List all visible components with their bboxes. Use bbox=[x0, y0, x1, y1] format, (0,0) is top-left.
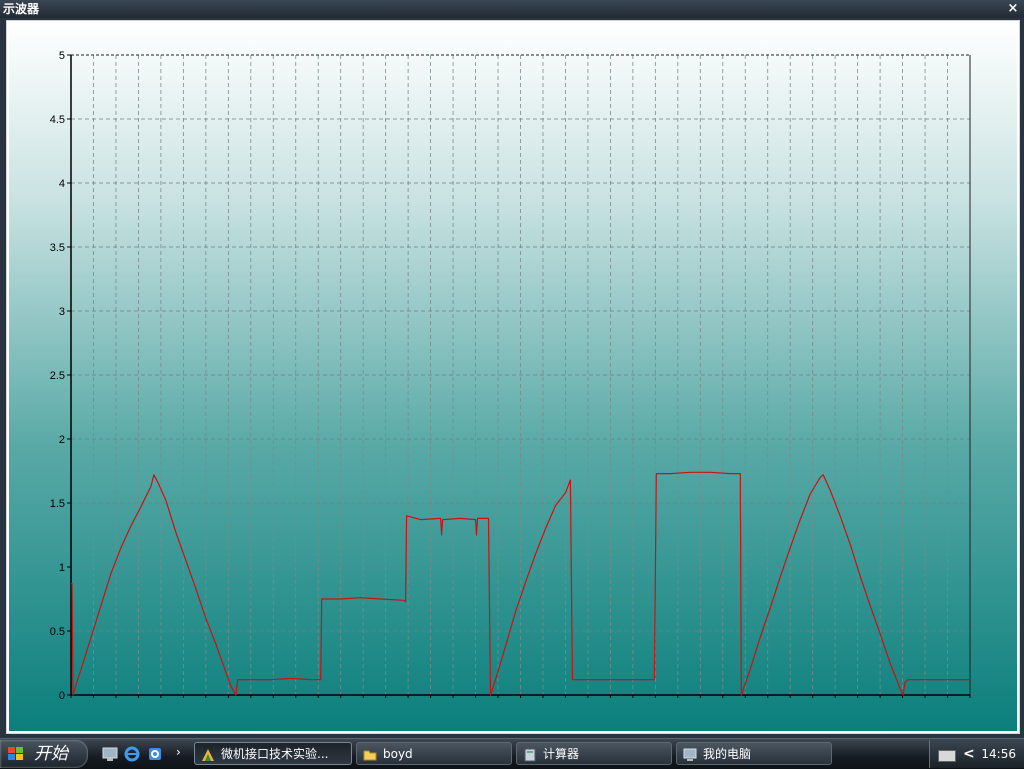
y-tick-label: 5 bbox=[59, 50, 65, 62]
y-tick-label: 0.5 bbox=[50, 626, 65, 638]
task-mcu-experiment[interactable]: 微机接口技术实验... bbox=[194, 742, 352, 765]
calculator-icon bbox=[523, 747, 537, 762]
y-tick-label: 3.5 bbox=[50, 242, 65, 254]
window-title: 示波器 bbox=[3, 2, 40, 16]
taskbar: 开始 › 微机接口技术实验... boyd 计算器 我的电脑 < 14:56 bbox=[0, 738, 1024, 769]
oscilloscope-window: 0 0.5 1 1.5 2 2.5 3 3.5 4 4.5 5 bbox=[0, 18, 1024, 738]
folder-icon bbox=[363, 747, 377, 761]
keyboard-icon[interactable] bbox=[938, 750, 956, 762]
chart-panel: 0 0.5 1 1.5 2 2.5 3 3.5 4 4.5 5 bbox=[6, 20, 1020, 734]
tray-expand-icon[interactable]: < bbox=[963, 740, 975, 768]
internet-explorer-icon[interactable] bbox=[124, 746, 140, 762]
oscilloscope-chart: 0 0.5 1 1.5 2 2.5 3 3.5 4 4.5 5 bbox=[50, 50, 971, 702]
app-icon bbox=[201, 747, 215, 761]
quicklaunch-expand-icon[interactable]: › bbox=[176, 745, 181, 759]
task-label: 微机接口技术实验... bbox=[221, 747, 329, 761]
task-my-computer[interactable]: 我的电脑 bbox=[676, 742, 832, 765]
start-button[interactable]: 开始 bbox=[0, 740, 88, 768]
y-tick-label: 0 bbox=[59, 690, 65, 702]
y-tick-label: 2.5 bbox=[50, 370, 65, 382]
task-label: 计算器 bbox=[543, 747, 580, 761]
task-calculator[interactable]: 计算器 bbox=[516, 742, 672, 765]
outlook-icon[interactable] bbox=[147, 746, 163, 762]
start-label: 开始 bbox=[34, 744, 68, 764]
task-boyd-folder[interactable]: boyd bbox=[356, 742, 512, 765]
show-desktop-icon[interactable] bbox=[102, 746, 118, 762]
plot-background: 0 0.5 1 1.5 2 2.5 3 3.5 4 4.5 5 bbox=[9, 23, 1017, 731]
system-tray: < 14:56 bbox=[929, 740, 1024, 768]
task-label: boyd bbox=[383, 747, 413, 761]
task-label: 我的电脑 bbox=[703, 747, 752, 761]
y-tick-label: 4.5 bbox=[50, 114, 65, 126]
y-tick-label: 3 bbox=[59, 306, 65, 318]
clock: 14:56 bbox=[981, 747, 1016, 761]
computer-icon bbox=[683, 747, 697, 761]
y-tick-label: 4 bbox=[59, 178, 65, 190]
y-tick-label: 1 bbox=[59, 562, 65, 574]
y-tick-label: 2 bbox=[59, 434, 65, 446]
windows-logo-icon bbox=[8, 747, 24, 762]
title-bar[interactable]: 示波器 × bbox=[0, 0, 1024, 18]
close-button[interactable]: × bbox=[1006, 0, 1020, 18]
y-tick-label: 1.5 bbox=[50, 498, 65, 510]
